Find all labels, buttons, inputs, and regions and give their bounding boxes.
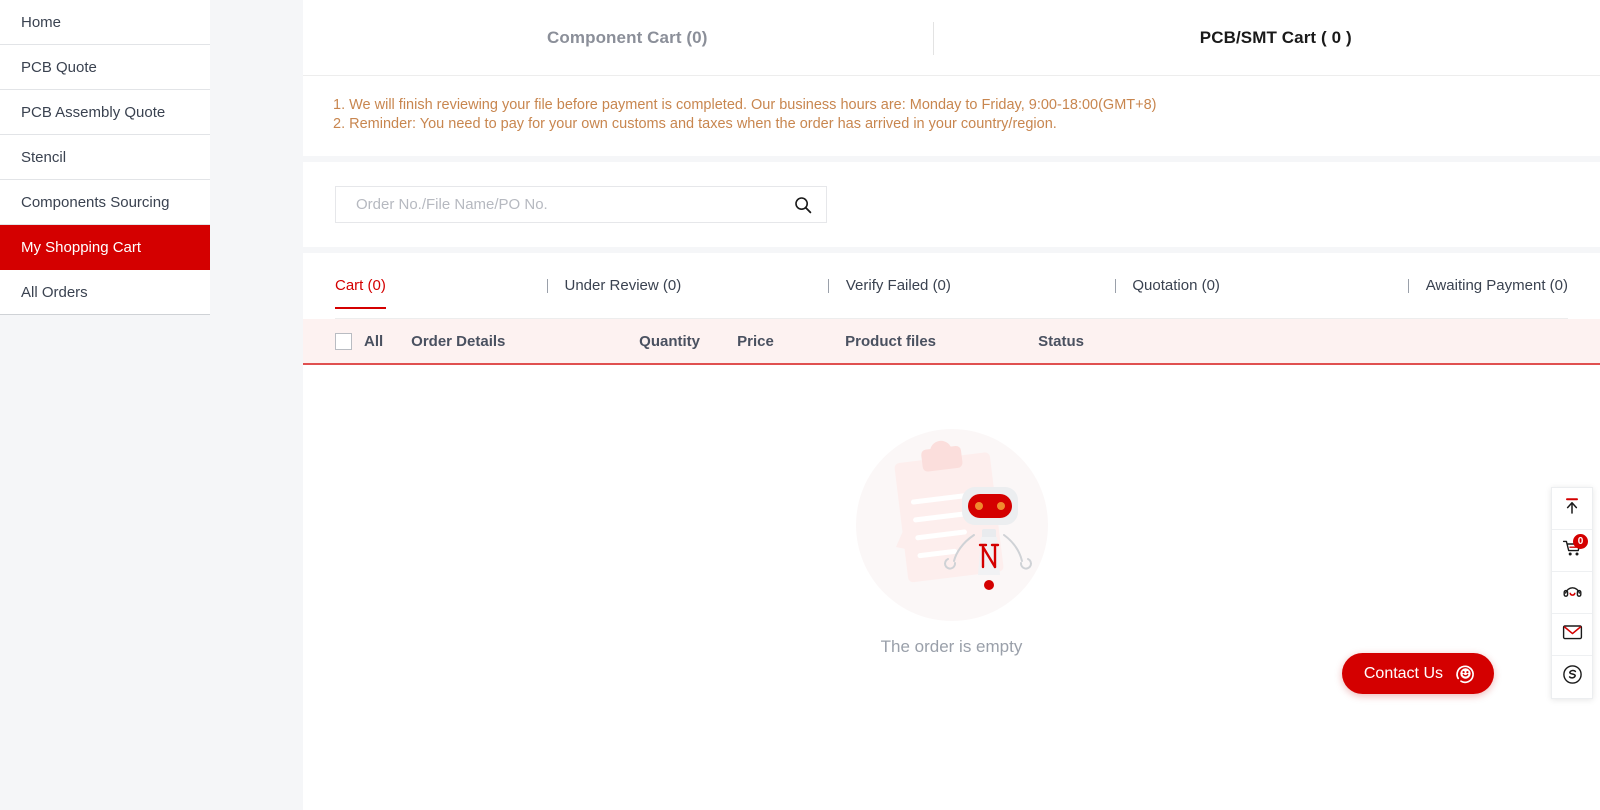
headset-support-icon <box>1562 580 1583 606</box>
status-tab-quotation[interactable]: Quotation (0) <box>1132 277 1220 294</box>
tab-component-cart-label: Component Cart (0) <box>547 27 708 47</box>
sidebar-item-home[interactable]: Home <box>0 0 210 45</box>
column-header-product-files: Product files <box>845 332 937 350</box>
page-root: Home PCB Quote PCB Assembly Quote Stenci… <box>0 0 1600 810</box>
sidebar-item-label: All Orders <box>21 284 88 301</box>
dock-support-button[interactable] <box>1552 572 1592 614</box>
status-tab-separator <box>546 278 548 293</box>
sidebar-item-label: Home <box>21 14 62 31</box>
sidebar-item-label: My Shopping Cart <box>21 239 142 256</box>
status-tab-label: Verify Failed (0) <box>845 277 951 294</box>
chat-support-icon <box>1454 662 1477 685</box>
floating-dock-toolbar: 0 <box>1551 487 1593 699</box>
tab-component-cart[interactable]: Component Cart (0) <box>303 28 952 48</box>
status-tabs: Cart (0) Under Review (0) Verify Failed … <box>335 253 1568 319</box>
select-all-label: All <box>364 332 384 350</box>
sidebar-item-my-shopping-cart[interactable]: My Shopping Cart <box>0 225 210 270</box>
sidebar: Home PCB Quote PCB Assembly Quote Stenci… <box>0 0 210 315</box>
status-tab-separator <box>1407 278 1409 293</box>
tab-pcb-smt-cart[interactable]: PCB/SMT Cart ( 0 ) <box>952 28 1600 48</box>
skype-icon <box>1562 664 1583 690</box>
dock-skype-button[interactable] <box>1552 656 1592 698</box>
sidebar-item-label: PCB Assembly Quote <box>21 104 166 121</box>
sidebar-item-pcb-assembly-quote[interactable]: PCB Assembly Quote <box>0 90 210 135</box>
search-box[interactable] <box>335 186 827 223</box>
mail-envelope-icon <box>1562 623 1583 646</box>
column-header-price: Price <box>737 332 774 350</box>
contact-us-label: Contact Us <box>1363 664 1443 682</box>
column-header-quantity: Quantity <box>639 332 701 350</box>
column-header-status: Status <box>1038 332 1085 350</box>
sidebar-item-label: Stencil <box>21 149 67 166</box>
table-header-row: All Order Details Quantity Price Product… <box>303 319 1600 365</box>
status-tab-separator <box>1114 278 1116 293</box>
status-tab-awaiting-payment[interactable]: Awaiting Payment (0) <box>1426 277 1568 294</box>
dock-cart-button[interactable]: 0 <box>1552 530 1592 572</box>
sidebar-item-all-orders[interactable]: All Orders <box>0 270 210 315</box>
sidebar-item-label: PCB Quote <box>21 59 97 76</box>
status-tab-under-review[interactable]: Under Review (0) <box>565 277 682 294</box>
orders-panel: Cart (0) Under Review (0) Verify Failed … <box>303 253 1600 810</box>
cart-count-badge: 0 <box>1573 534 1588 549</box>
tab-pcb-smt-cart-label: PCB/SMT Cart ( 0 ) <box>1199 27 1352 47</box>
back-to-top-icon <box>1562 496 1582 521</box>
status-tab-label: Cart (0) <box>335 277 386 294</box>
status-tab-label: Quotation (0) <box>1132 277 1220 294</box>
empty-state: The order is empty <box>303 425 1600 657</box>
contact-us-button[interactable]: Contact Us <box>1341 653 1494 694</box>
search-panel <box>303 162 1600 247</box>
dock-mail-button[interactable] <box>1552 614 1592 656</box>
empty-state-text: The order is empty <box>880 637 1023 656</box>
status-tab-cart[interactable]: Cart (0) <box>335 277 386 309</box>
cart-tabs-divider <box>933 22 934 55</box>
notice-block: 1. We will finish reviewing your file be… <box>303 76 1600 134</box>
search-icon[interactable] <box>794 196 812 214</box>
status-tab-label: Under Review (0) <box>564 277 682 294</box>
empty-state-illustration <box>852 425 1052 625</box>
status-tab-separator <box>828 278 830 293</box>
back-to-top-button[interactable] <box>1552 488 1592 530</box>
sidebar-item-pcb-quote[interactable]: PCB Quote <box>0 45 210 90</box>
select-all-checkbox[interactable] <box>335 332 352 350</box>
cart-tabs: Component Cart (0) PCB/SMT Cart ( 0 ) <box>303 0 1600 76</box>
notice-line-2: 2. Reminder: You need to pay for your ow… <box>333 116 1057 132</box>
sidebar-item-components-sourcing[interactable]: Components Sourcing <box>0 180 210 225</box>
cart-tabs-panel: Component Cart (0) PCB/SMT Cart ( 0 ) 1.… <box>303 0 1600 156</box>
status-tab-verify-failed[interactable]: Verify Failed (0) <box>846 277 951 294</box>
search-input[interactable] <box>354 187 784 222</box>
column-header-order-details: Order Details <box>411 332 506 350</box>
sidebar-item-stencil[interactable]: Stencil <box>0 135 210 180</box>
sidebar-item-label: Components Sourcing <box>21 194 170 211</box>
notice-line-1: 1. We will finish reviewing your file be… <box>333 97 1157 113</box>
status-tab-label: Awaiting Payment (0) <box>1425 277 1568 294</box>
